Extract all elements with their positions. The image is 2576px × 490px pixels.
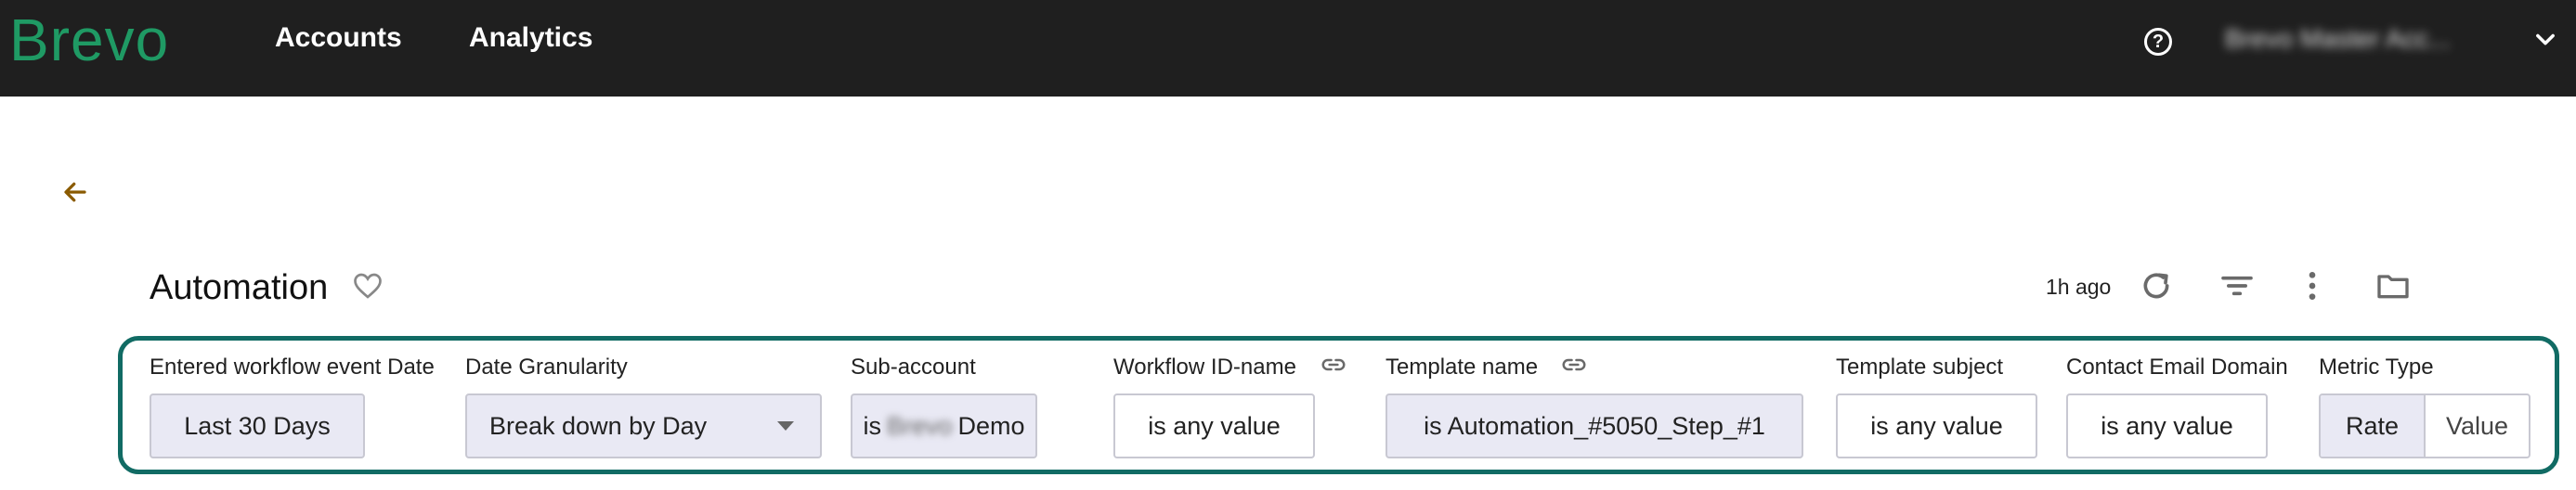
brevo-logo[interactable]: Brevo — [9, 6, 169, 74]
chevron-down-icon[interactable] — [2532, 26, 2558, 52]
filter-date-granularity[interactable]: Break down by Day — [465, 393, 822, 458]
filter-label-contact-email-domain: Contact Email Domain — [2066, 355, 2288, 380]
filter-icon[interactable] — [2218, 267, 2256, 304]
filter-sub-account-redacted: Brevo — [886, 411, 953, 440]
nav-analytics[interactable]: Analytics — [469, 22, 592, 54]
top-navigation-bar: Brevo Accounts Analytics ? Brevo Master … — [0, 0, 2576, 97]
filter-event-date[interactable]: Last 30 Days — [150, 393, 365, 458]
filter-template-subject[interactable]: is any value — [1836, 393, 2037, 458]
folder-icon[interactable] — [2374, 267, 2412, 304]
link-icon[interactable] — [1318, 351, 1349, 379]
metric-type-value[interactable]: Value — [2426, 395, 2529, 457]
page-title: Automation — [150, 268, 329, 307]
filter-label-template-name: Template name — [1386, 355, 1539, 380]
filter-workflow-id[interactable]: is any value — [1113, 393, 1315, 458]
filter-label-metric-type: Metric Type — [2319, 355, 2434, 380]
account-switcher-label[interactable]: Brevo Master Acc... — [2225, 24, 2513, 59]
filter-label-template-subject: Template subject — [1836, 355, 2004, 380]
heart-icon[interactable] — [351, 269, 384, 303]
link-icon[interactable] — [1558, 351, 1590, 379]
more-vertical-icon[interactable] — [2294, 267, 2331, 304]
filter-label-workflow-id: Workflow ID-name — [1113, 355, 1296, 380]
back-arrow-icon[interactable] — [61, 178, 89, 206]
filter-sub-account-suffix: Demo — [957, 411, 1025, 440]
filter-label-event-date: Entered workflow event Date — [150, 355, 435, 380]
refresh-icon[interactable] — [2138, 267, 2175, 304]
last-updated-label: 1h ago — [2046, 275, 2112, 299]
filter-template-name[interactable]: is Automation_#5050_Step_#1 — [1386, 393, 1803, 458]
nav-accounts[interactable]: Accounts — [275, 22, 402, 54]
filter-sub-account-prefix: is — [863, 411, 881, 440]
filter-label-sub-account: Sub-account — [851, 355, 976, 380]
metric-type-toggle: Rate Value — [2319, 393, 2530, 458]
filter-date-granularity-value: Break down by Day — [489, 411, 708, 440]
filter-sub-account[interactable]: is Brevo Demo — [851, 393, 1037, 458]
filter-label-date-granularity: Date Granularity — [465, 355, 628, 380]
question-circle-icon[interactable]: ? — [2144, 28, 2172, 56]
filter-contact-email-domain[interactable]: is any value — [2066, 393, 2268, 458]
metric-type-rate[interactable]: Rate — [2321, 395, 2426, 457]
caret-down-icon — [777, 421, 794, 431]
